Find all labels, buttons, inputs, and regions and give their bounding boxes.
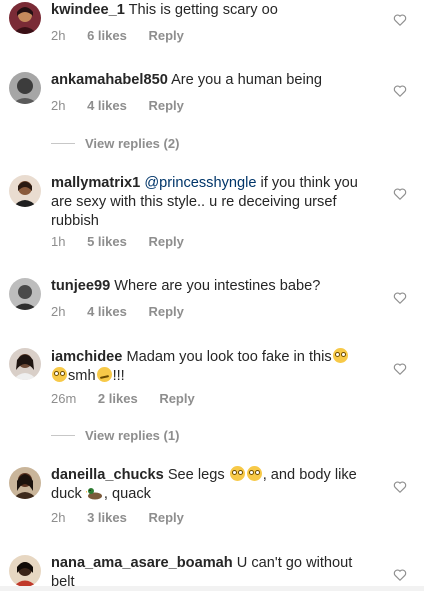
reply-button[interactable]: Reply	[148, 28, 183, 43]
heart-outline-icon[interactable]	[393, 84, 407, 98]
heart-outline-icon[interactable]	[393, 13, 407, 27]
avatar[interactable]	[9, 72, 41, 104]
comment-username[interactable]: nana_ama_asare_boamah	[51, 555, 233, 571]
comment-text: mallymatrix1 @princesshyngle if you thin…	[51, 174, 369, 231]
reply-button[interactable]: Reply	[148, 234, 183, 249]
comment-username[interactable]: mallymatrix1	[51, 175, 140, 191]
comment-likes[interactable]: 6 likes	[87, 28, 127, 43]
comment-text: iamchidee Madam you look too fake in thi…	[51, 348, 369, 386]
comment-body: This is getting scary oo	[128, 2, 278, 18]
comment-body: smh	[68, 368, 96, 384]
avatar[interactable]	[9, 348, 41, 380]
avatar[interactable]	[9, 2, 41, 34]
comment-username[interactable]: ankamahabel850	[51, 72, 168, 88]
comment-username[interactable]: iamchidee	[51, 349, 122, 365]
comment-text: ankamahabel850 Are you a human being	[51, 71, 369, 90]
comment-time: 26m	[51, 391, 77, 406]
avatar[interactable]	[9, 555, 41, 587]
avatar[interactable]	[9, 175, 41, 207]
comment-meta: 26m 2 likes Reply	[51, 391, 213, 406]
comment-meta: 2h 4 likes Reply	[51, 304, 202, 319]
comment-likes[interactable]: 5 likes	[87, 234, 127, 249]
view-replies-button[interactable]: View replies (1)	[51, 428, 179, 443]
view-replies-label: View replies (2)	[85, 136, 180, 151]
comment-likes[interactable]: 4 likes	[87, 304, 127, 319]
view-replies-label: View replies (1)	[85, 428, 180, 443]
reply-button[interactable]: Reply	[148, 510, 183, 525]
comment-likes[interactable]: 4 likes	[87, 98, 127, 113]
comment-likes[interactable]: 2 likes	[98, 391, 138, 406]
comment-body: Where are you intestines babe?	[114, 278, 321, 294]
view-replies-button[interactable]: View replies (2)	[51, 136, 179, 151]
heart-outline-icon[interactable]	[393, 291, 407, 305]
comment-time: 1h	[51, 234, 66, 249]
comment-likes[interactable]: 3 likes	[87, 510, 127, 525]
comment-text: tunjee99 Where are you intestines babe?	[51, 277, 369, 296]
comment-meta: 2h 4 likes Reply	[51, 98, 202, 113]
reply-button[interactable]: Reply	[148, 304, 183, 319]
divider	[51, 143, 75, 144]
duck-emoji	[85, 488, 102, 500]
comment-body: , quack	[103, 486, 151, 502]
comment-meta: 2h 6 likes Reply	[51, 28, 202, 43]
reply-button[interactable]: Reply	[148, 98, 183, 113]
heart-outline-icon[interactable]	[393, 187, 407, 201]
comment-body: See legs	[167, 467, 225, 483]
comment-time: 2h	[51, 304, 66, 319]
heart-outline-icon[interactable]	[393, 362, 407, 376]
avatar[interactable]	[9, 467, 41, 499]
comment-body: Are you a human being	[171, 72, 322, 88]
face-with-rolling-eyes-emoji	[332, 348, 348, 363]
comment-text: daneilla_chucks See legs , and body like…	[51, 466, 369, 504]
divider	[51, 435, 75, 436]
comment-text: kwindee_1 This is getting scary oo	[51, 1, 369, 20]
comment-username[interactable]: tunjee99	[51, 278, 110, 294]
comment-meta: 1h 5 likes Reply	[51, 234, 202, 249]
face-with-rolling-eyes-emoji	[52, 367, 67, 382]
unamused-face-emoji	[96, 367, 112, 382]
heart-outline-icon[interactable]	[393, 568, 407, 582]
heart-outline-icon[interactable]	[393, 480, 407, 494]
mention-link[interactable]: @princesshyngle	[144, 175, 256, 191]
comment-time: 2h	[51, 98, 66, 113]
comment-body: Madam you look too fake in this	[126, 349, 332, 365]
comment-time: 2h	[51, 28, 66, 43]
comment-time: 2h	[51, 510, 66, 525]
comment-meta: 2h 3 likes Reply	[51, 510, 202, 525]
face-with-rolling-eyes-emoji	[246, 466, 262, 481]
face-with-rolling-eyes-emoji	[229, 466, 245, 481]
bottom-edge	[0, 586, 424, 591]
comment-body: !!!	[112, 368, 125, 384]
avatar[interactable]	[9, 278, 41, 310]
comment-username[interactable]: kwindee_1	[51, 2, 125, 18]
reply-button[interactable]: Reply	[159, 391, 194, 406]
comment-username[interactable]: daneilla_chucks	[51, 467, 164, 483]
